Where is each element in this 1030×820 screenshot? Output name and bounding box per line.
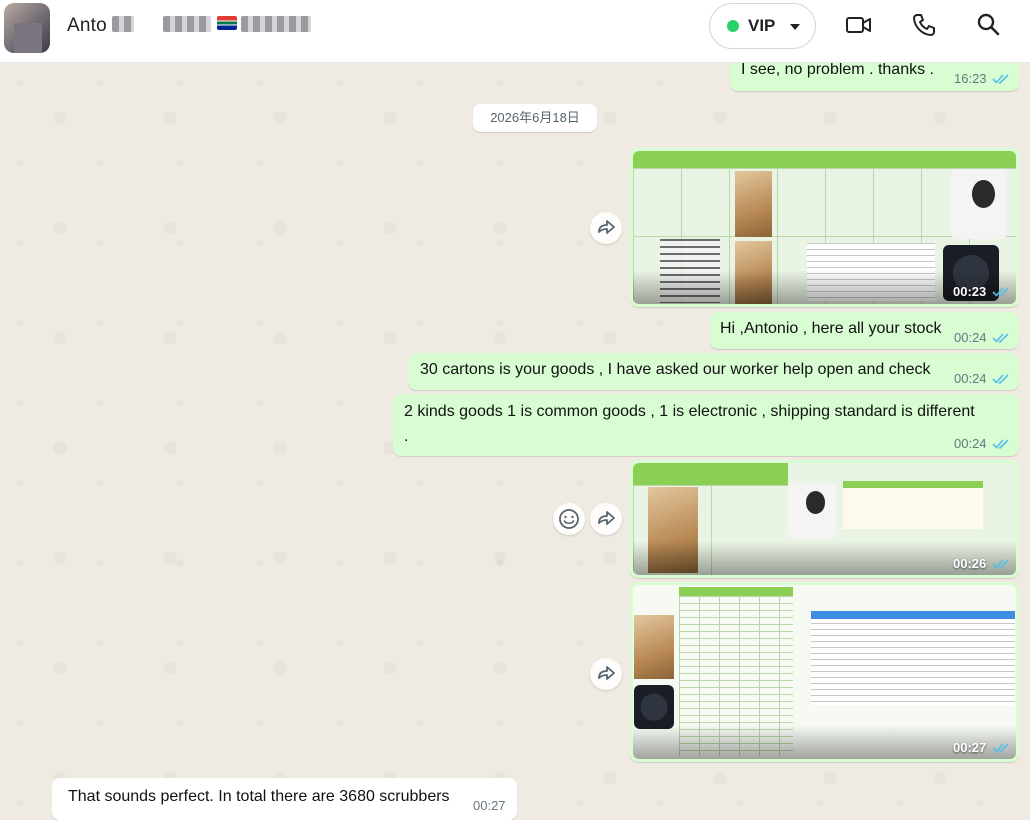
product-photo [634, 685, 674, 729]
double-check-icon [992, 287, 1009, 297]
chevron-down-icon [790, 24, 800, 30]
video-camera-icon[interactable] [845, 11, 873, 39]
media-time: 00:26 [953, 556, 987, 571]
spreadsheet-image[interactable]: 00:26 [633, 463, 1016, 575]
table-title-bar [811, 611, 1015, 619]
redacted-name-part [241, 16, 311, 32]
message-bubble-outgoing[interactable]: 2 kinds goods 1 is common goods , 1 is e… [393, 394, 1019, 456]
product-photo [951, 169, 1007, 239]
message-time: 16:23 [954, 71, 987, 86]
search-icon[interactable] [975, 11, 1003, 39]
spreadsheet-image[interactable]: 00:27 [633, 585, 1016, 759]
redacted-name-part [112, 16, 134, 32]
message-bubble-incoming[interactable]: That sounds perfect. In total there are … [52, 778, 517, 820]
message-time: 00:24 [954, 436, 987, 451]
carton-photo [735, 171, 772, 237]
message-time: 00:24 [954, 371, 987, 386]
message-time: 00:27 [473, 798, 506, 813]
sheet-header-row [633, 151, 1016, 168]
product-photo [788, 483, 836, 539]
image-message[interactable]: 00:26 [630, 460, 1019, 578]
double-check-icon [992, 559, 1009, 569]
size-cbm-table-photo [843, 481, 983, 529]
chat-header: Anto VIP [0, 0, 1030, 63]
double-check-icon [992, 74, 1009, 84]
message-list[interactable]: I see, no problem . thanks . 16:23 2026年… [0, 63, 1030, 820]
message-text: 2 kinds goods 1 is common goods , 1 is e… [404, 403, 975, 420]
message-text-continued: . [404, 428, 409, 445]
emoji-icon[interactable] [553, 503, 585, 535]
south-africa-flag-icon [217, 16, 237, 30]
forward-icon[interactable] [590, 503, 622, 535]
message-bubble-outgoing[interactable]: Hi ,Antonio , here all your stock 00:24 [710, 312, 1019, 349]
media-time: 00:27 [953, 740, 987, 755]
double-check-icon [992, 743, 1009, 753]
vip-label: VIP [748, 16, 776, 35]
image-message[interactable]: 00:27 [630, 582, 1019, 762]
carton-photo [634, 615, 674, 679]
contact-name[interactable]: Anto [67, 15, 107, 37]
forward-icon[interactable] [590, 658, 622, 690]
message-text: That sounds perfect. In total there are … [68, 788, 450, 805]
message-text: 30 cartons is your goods , I have asked … [420, 361, 931, 378]
message-bubble-outgoing[interactable]: I see, no problem . thanks . 16:23 [730, 63, 1019, 91]
media-time: 00:23 [953, 284, 987, 299]
table-header-strip [843, 481, 983, 488]
spreadsheet-image[interactable]: 00:23 [633, 151, 1016, 304]
double-check-icon [992, 333, 1009, 343]
forward-icon[interactable] [590, 212, 622, 244]
vip-label-dropdown[interactable]: VIP [709, 3, 816, 49]
sheet-header-row [679, 587, 793, 596]
phone-icon[interactable] [910, 11, 938, 39]
message-bubble-outgoing[interactable]: 30 cartons is your goods , I have asked … [408, 353, 1019, 390]
date-separator: 2026年6月18日 [473, 104, 597, 132]
inventory-table-photo [811, 611, 1015, 705]
redacted-name-part [163, 16, 211, 32]
online-status-dot [727, 20, 739, 32]
avatar[interactable] [4, 3, 50, 53]
double-check-icon [992, 374, 1009, 384]
message-text: I see, no problem . thanks . [741, 63, 934, 78]
sheet-header-row [633, 463, 788, 485]
message-time: 00:24 [954, 330, 987, 345]
message-text: Hi ,Antonio , here all your stock [720, 320, 942, 337]
image-message[interactable]: 00:23 [630, 148, 1019, 307]
double-check-icon [992, 439, 1009, 449]
